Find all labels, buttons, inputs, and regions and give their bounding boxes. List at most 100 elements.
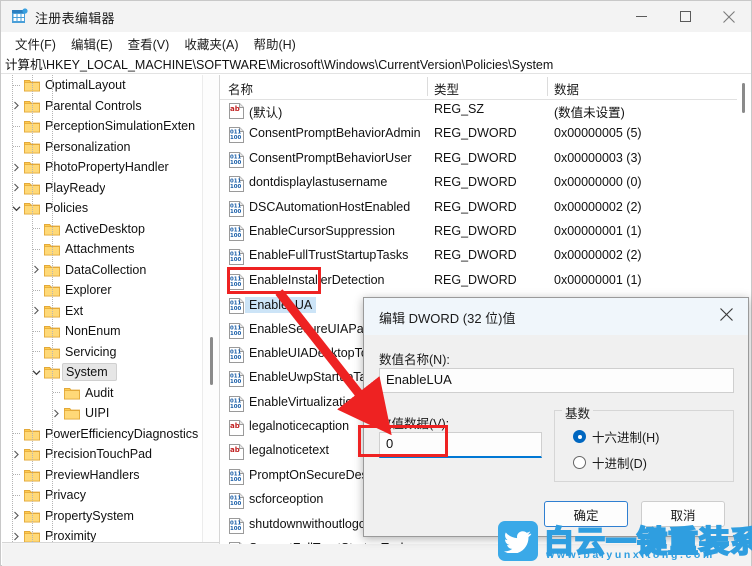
list-scroll-thumb[interactable]: [742, 83, 745, 113]
svg-text:100: 100: [230, 233, 242, 239]
svg-text:ab: ab: [230, 105, 240, 113]
radio-decimal[interactable]: 十进制(D): [573, 453, 647, 472]
tree-node-label: PropertySystem: [45, 508, 134, 523]
tree-scroll-thumb[interactable]: [210, 337, 213, 385]
menu-help[interactable]: 帮助(H): [246, 32, 303, 55]
radio-hexadecimal-label: 十六进制(H): [592, 431, 660, 445]
tree-node-label: Parental Controls: [45, 98, 142, 113]
string-value-icon: ab: [228, 444, 245, 461]
tree-node-label: PerceptionSimulationExten: [45, 119, 196, 134]
menu-file[interactable]: 文件(F): [8, 32, 64, 55]
chevron-right-icon[interactable]: [8, 96, 24, 116]
value-row[interactable]: 011 100 ConsentPromptBehaviorUser REG_DWORD…: [220, 148, 751, 172]
chevron-right-icon[interactable]: [8, 444, 24, 464]
svg-text:100: 100: [230, 331, 242, 337]
menu-favorites[interactable]: 收藏夹(A): [177, 32, 246, 55]
value-row[interactable]: 011 100 EnableCursorSuppression REG_DWORD 0x…: [220, 221, 751, 245]
radix-group: 基数 十六进制(H) 十进制(D): [554, 403, 734, 482]
column-header-data[interactable]: 数据: [554, 79, 579, 98]
dword-value-icon: 011100: [228, 517, 245, 534]
svg-text:100: 100: [230, 477, 242, 483]
tree-vertical-scrollbar[interactable]: [202, 75, 219, 542]
svg-text:100: 100: [230, 379, 242, 385]
close-icon[interactable]: [707, 1, 751, 32]
menu-edit[interactable]: 编辑(E): [64, 32, 121, 55]
column-header-name[interactable]: 名称: [228, 79, 253, 98]
svg-text:100: 100: [230, 501, 242, 507]
value-name: dontdisplaylastusername: [249, 175, 388, 190]
tree-node-label: PlayReady: [45, 180, 106, 195]
svg-text:ab: ab: [230, 422, 240, 430]
chevron-right-icon[interactable]: [28, 301, 44, 321]
value-name-input[interactable]: EnableLUA: [379, 368, 734, 393]
radio-hexadecimal[interactable]: 十六进制(H): [573, 427, 659, 446]
menu-view[interactable]: 查看(V): [121, 32, 178, 55]
tree-guide-line: [32, 75, 33, 542]
svg-text:100: 100: [230, 184, 242, 190]
value-row[interactable]: ab (默认) REG_SZ (数值未设置): [220, 99, 751, 123]
tree-node-label: PowerEfficiencyDiagnostics: [45, 426, 199, 441]
value-row[interactable]: 011 100 EnableInstallerDetection REG_DWORD 0…: [220, 270, 751, 294]
svg-text:100: 100: [230, 306, 242, 312]
cancel-button[interactable]: 取消: [641, 501, 725, 527]
value-row[interactable]: 011 100 dontdisplaylastusername REG_DWORD 0x…: [220, 172, 751, 196]
column-divider-1[interactable]: [427, 77, 428, 96]
value-type: REG_DWORD: [434, 126, 517, 141]
value-name: EnableVirtualization: [249, 394, 360, 409]
tree-guide: [8, 465, 24, 485]
registry-icon: [11, 8, 28, 25]
dialog-close-icon[interactable]: [704, 298, 748, 331]
ok-button[interactable]: 确定: [544, 501, 628, 527]
minimize-icon[interactable]: [619, 1, 663, 32]
chevron-right-icon[interactable]: [8, 526, 24, 542]
tree-guide: [8, 75, 24, 95]
window-controls: [619, 1, 751, 32]
value-row[interactable]: 011 100 ConsentPromptBehaviorAdmin REG_DWOR…: [220, 123, 751, 147]
tree-node-label: Audit: [85, 385, 114, 400]
value-data: 0x00000002 (2): [554, 199, 642, 214]
value-row[interactable]: 011 100 EnableFullTrustStartupTasks REG_DWO…: [220, 245, 751, 269]
value-data: 0x00000000 (0): [554, 175, 642, 190]
dword-value-icon: 011100: [228, 249, 245, 266]
dword-value-icon: 011100: [228, 298, 245, 315]
chevron-down-icon[interactable]: [8, 198, 24, 218]
svg-text:100: 100: [230, 355, 242, 361]
tree-node-label: Personalization: [45, 139, 131, 154]
value-name-label: 数值名称(N):: [379, 353, 450, 367]
key-tree-pane[interactable]: OptimalLayout Parental Controls Perception…: [2, 75, 220, 543]
value-name: EnableSecureUIAPaths: [249, 321, 381, 336]
value-data: (数值未设置): [554, 106, 625, 120]
tree-guide-line: [12, 75, 13, 542]
dword-value-icon: 011100: [228, 371, 245, 388]
tree-node-label: NonEnum: [65, 324, 121, 339]
column-header-type[interactable]: 类型: [434, 79, 459, 98]
value-data: 0x00000003 (3): [554, 150, 642, 165]
chevron-right-icon[interactable]: [28, 260, 44, 280]
radio-hexadecimal-dot: [573, 430, 586, 443]
tree-node-label: PreviewHandlers: [45, 467, 140, 482]
value-data-input[interactable]: 0: [379, 432, 542, 458]
chevron-down-icon[interactable]: [28, 362, 44, 382]
chevron-right-icon[interactable]: [8, 157, 24, 177]
value-data-label: 数值数据(V):: [379, 417, 450, 431]
chevron-right-icon[interactable]: [48, 403, 64, 423]
chevron-right-icon[interactable]: [8, 506, 24, 526]
tree-guide: [8, 485, 24, 505]
value-type: REG_DWORD: [434, 248, 517, 263]
tree-node-label: Explorer: [65, 283, 112, 298]
tree-node-label: Ext: [65, 303, 84, 318]
value-name: ConsentPromptBehaviorAdmin: [249, 126, 421, 141]
tree-guide: [8, 137, 24, 157]
value-name: EnableFullTrustStartupTasks: [249, 248, 409, 263]
column-divider-2[interactable]: [547, 77, 548, 96]
folder-icon: [64, 386, 80, 400]
value-type: REG_DWORD: [434, 175, 517, 190]
chevron-right-icon[interactable]: [8, 178, 24, 198]
address-bar[interactable]: 计算机\HKEY_LOCAL_MACHINE\SOFTWARE\Microsof…: [1, 54, 751, 74]
radix-group-title: 基数: [562, 403, 594, 422]
dword-value-icon: 011100: [228, 273, 245, 290]
string-value-icon: ab: [228, 420, 245, 437]
value-row[interactable]: 011 100 DSCAutomationHostEnabled REG_DWORD 0…: [220, 197, 751, 221]
dword-value-icon: 011100: [228, 200, 245, 217]
maximize-icon[interactable]: [663, 1, 707, 32]
